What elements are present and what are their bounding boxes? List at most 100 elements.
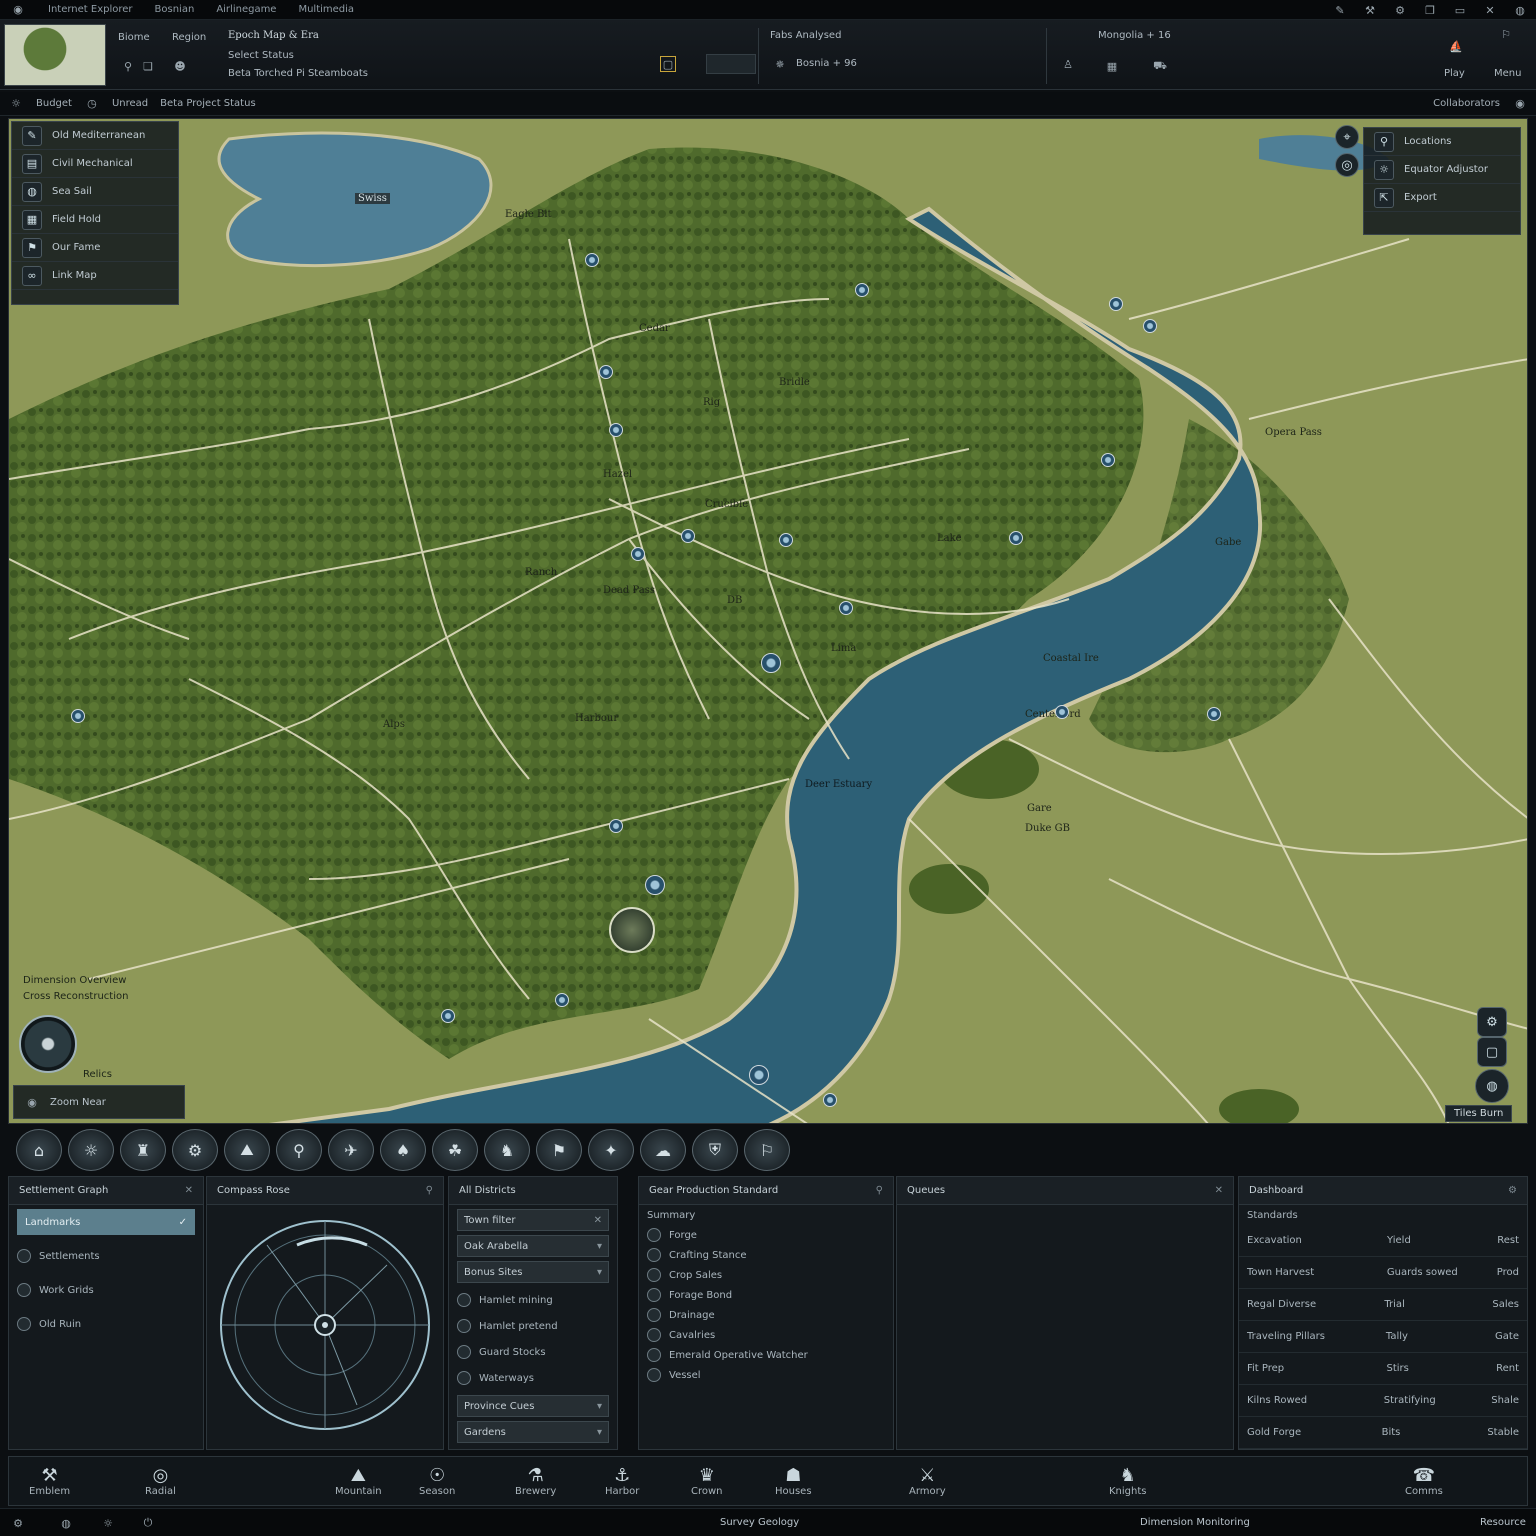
district-item[interactable]: Waterways xyxy=(449,1365,617,1391)
map-marker[interactable] xyxy=(855,283,869,297)
layers-icon[interactable]: ❏ xyxy=(140,58,156,74)
map-marker[interactable] xyxy=(599,365,613,379)
layer-item[interactable]: Old Ruin xyxy=(9,1307,203,1341)
menu-item-explorer[interactable]: Internet Explorer xyxy=(48,4,133,15)
taskbar-armory[interactable]: ⚔ Armory xyxy=(909,1465,946,1497)
subbar-unread[interactable]: Unread xyxy=(112,98,148,109)
hotbar-home-icon[interactable]: ⌂ xyxy=(16,1129,62,1171)
district-item[interactable]: Hamlet pretend xyxy=(449,1313,617,1339)
table-row[interactable]: Kilns Rowed Stratifying Shale xyxy=(1239,1385,1527,1417)
folder-icon[interactable]: ▢ xyxy=(660,56,676,72)
map-marker[interactable] xyxy=(609,819,623,833)
map-label-alps[interactable]: Alps xyxy=(383,719,405,730)
header-group-region[interactable]: Region xyxy=(172,32,206,43)
taskbar-crown[interactable]: ♛ Crown xyxy=(691,1465,723,1497)
district-item[interactable]: Hamlet mining xyxy=(449,1287,617,1313)
map-marker[interactable] xyxy=(1009,531,1023,545)
tool-icon[interactable]: ⚒ xyxy=(1362,2,1378,18)
menu-item-airlinegame[interactable]: Airlinegame xyxy=(216,4,276,15)
bookmark-icon[interactable]: ❐ xyxy=(1422,2,1438,18)
map-label-gare[interactable]: Gare xyxy=(1027,803,1052,814)
filter-icon[interactable]: ⚲ xyxy=(120,58,136,74)
map-marker[interactable] xyxy=(761,653,781,673)
map-label-db[interactable]: DB xyxy=(727,595,742,606)
filter-town[interactable]: Town filter ✕ xyxy=(457,1209,609,1231)
resource-item[interactable]: Summary xyxy=(639,1205,893,1225)
minimize-icon[interactable]: ▭ xyxy=(1452,2,1468,18)
map-label-cedar[interactable]: Cedar xyxy=(639,323,670,334)
locate-icon[interactable]: ⌖ xyxy=(1335,125,1359,149)
menu-item-multimedia[interactable]: Multimedia xyxy=(298,4,354,15)
map-marker[interactable] xyxy=(645,875,665,895)
user-icon[interactable]: ◉ xyxy=(1512,96,1528,112)
map-marker[interactable] xyxy=(609,423,623,437)
taskbar-harbor[interactable]: ⚓ Harbor xyxy=(605,1465,639,1497)
settings-icon[interactable]: ⚙ xyxy=(1508,1185,1517,1196)
map-marker[interactable] xyxy=(1143,319,1157,333)
map-label-ranch[interactable]: Ranch xyxy=(525,567,557,578)
hotbar-sun-icon[interactable]: ☼ xyxy=(68,1129,114,1171)
hotbar-spade-icon[interactable]: ♠ xyxy=(380,1129,426,1171)
hotbar-gear-icon[interactable]: ⚙ xyxy=(172,1129,218,1171)
compass-icon[interactable]: ✵ xyxy=(772,56,788,72)
map-label-crucible[interactable]: Crucible xyxy=(705,499,748,510)
table-row[interactable]: Regal Diverse Trial Sales xyxy=(1239,1289,1527,1321)
locations-row[interactable]: ☼ Equator Adjustor xyxy=(1364,156,1520,184)
target-icon[interactable]: ◎ xyxy=(1335,153,1359,177)
brightness-icon[interactable]: ☼ xyxy=(100,1515,116,1531)
taskbar-season[interactable]: ☉ Season xyxy=(419,1465,455,1497)
locations-row[interactable]: ⚲ Locations xyxy=(1364,128,1520,156)
compass-rose[interactable] xyxy=(207,1205,443,1449)
table-row[interactable]: Traveling Pillars Tally Gate xyxy=(1239,1321,1527,1353)
tiles-burn-label[interactable]: Tiles Burn xyxy=(1445,1105,1513,1122)
locations-row[interactable]: ⇱ Export xyxy=(1364,184,1520,212)
map-marker[interactable] xyxy=(779,533,793,547)
map-label-dead-pass[interactable]: Dead Pass xyxy=(603,585,655,596)
map-marker[interactable] xyxy=(71,709,85,723)
map-marker[interactable] xyxy=(1101,453,1115,467)
table-row[interactable]: Fit Prep Stirs Rent xyxy=(1239,1353,1527,1385)
settings-icon[interactable]: ⚙ xyxy=(10,1515,26,1531)
resource-item[interactable]: Vessel xyxy=(639,1365,893,1385)
building-icon[interactable]: ▦ xyxy=(1104,58,1120,74)
globe-view-icon[interactable]: ◍ xyxy=(1475,1069,1509,1103)
map-thumbnail[interactable] xyxy=(4,24,106,86)
taskbar-emblem[interactable]: ⚒ Emblem xyxy=(29,1465,70,1497)
pin-icon[interactable]: ⚐ xyxy=(1498,26,1514,42)
globe-icon[interactable]: ◍ xyxy=(1512,2,1528,18)
layers-toggle-icon[interactable]: ▢ xyxy=(1477,1037,1507,1067)
play-button[interactable]: Play xyxy=(1444,68,1465,79)
avatar-icon[interactable]: ☻ xyxy=(172,58,188,74)
filter-bonus[interactable]: Bonus Sites ▾ xyxy=(457,1261,609,1283)
hotbar-mountain-icon[interactable]: ⛰ xyxy=(224,1129,270,1171)
person-icon[interactable]: ♙ xyxy=(1060,56,1076,72)
map-label-duke-gb[interactable]: Duke GB xyxy=(1025,823,1070,834)
hotbar-banner-icon[interactable]: ⚐ xyxy=(744,1129,790,1171)
map-marker[interactable] xyxy=(1055,705,1069,719)
map-marker[interactable] xyxy=(631,547,645,561)
close-icon[interactable]: ✕ xyxy=(1215,1185,1223,1196)
hotbar-shield-icon[interactable]: ⛨ xyxy=(692,1129,738,1171)
hotbar-star-icon[interactable]: ✦ xyxy=(588,1129,634,1171)
map-label-eagle-bit[interactable]: Eagle Bit xyxy=(505,209,552,220)
hotbar-cloud-icon[interactable]: ☁ xyxy=(640,1129,686,1171)
header-group-biome[interactable]: Biome xyxy=(118,32,150,43)
hotbar-search-icon[interactable]: ⚲ xyxy=(276,1129,322,1171)
layer-row[interactable]: ▤ Civil Mechanical xyxy=(12,150,178,178)
resource-item[interactable]: Crop Sales xyxy=(639,1265,893,1285)
gardens-field[interactable]: Gardens ▾ xyxy=(457,1421,609,1443)
resource-item[interactable]: Crafting Stance xyxy=(639,1245,893,1265)
resource-item[interactable]: Emerald Operative Watcher xyxy=(639,1345,893,1365)
taskbar-brewery[interactable]: ⚗ Brewery xyxy=(515,1465,556,1497)
map-label-centerford[interactable]: Centerford xyxy=(1025,709,1081,720)
subbar-project-status[interactable]: Beta Project Status xyxy=(160,98,256,109)
map-marker[interactable] xyxy=(823,1093,837,1107)
map-label-deer-estuary[interactable]: Deer Estuary xyxy=(805,779,872,790)
map-label-opera-pass[interactable]: Opera Pass xyxy=(1265,427,1322,438)
ship-icon[interactable]: ⛵ xyxy=(1448,38,1464,54)
hotbar-plane-icon[interactable]: ✈ xyxy=(328,1129,374,1171)
hotbar-flag-icon[interactable]: ⚑ xyxy=(536,1129,582,1171)
province-cues-field[interactable]: Province Cues ▾ xyxy=(457,1395,609,1417)
pen-icon[interactable]: ✎ xyxy=(1332,2,1348,18)
map-label-coastal-ire[interactable]: Coastal Ire xyxy=(1043,653,1099,664)
